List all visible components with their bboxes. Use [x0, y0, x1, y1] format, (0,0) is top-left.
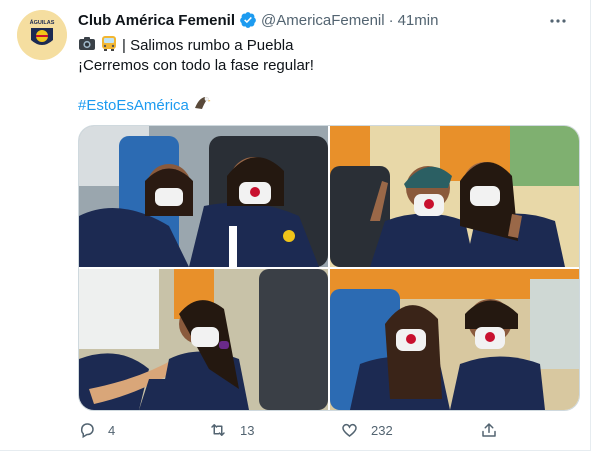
retweet-button[interactable]: 13: [208, 421, 254, 439]
eagle-emoji-icon: [193, 94, 211, 118]
like-count: 232: [371, 422, 393, 438]
more-options-icon[interactable]: [548, 11, 568, 31]
tweet-line-2: ¡Cerremos con todo la fase regular!: [78, 57, 314, 74]
bus-emoji-icon: [100, 34, 118, 58]
hashtag-link[interactable]: #EstoEsAmérica: [78, 96, 189, 116]
account-name[interactable]: Club América Femenil: [78, 12, 235, 29]
share-button[interactable]: [480, 421, 498, 439]
tweet-actions: 4 13 232: [78, 421, 538, 441]
tweet-header: Club América Femenil @AmericaFemenil · 4…: [78, 11, 438, 29]
tweet-text: | Salimos rumbo a Puebla ¡Cerremos con t…: [78, 36, 314, 116]
photo-4[interactable]: [330, 269, 579, 410]
photo-3[interactable]: [79, 269, 328, 410]
share-icon: [482, 423, 496, 437]
tweet-text-line1: | Salimos rumbo a Puebla: [122, 37, 294, 54]
separator-dot: ·: [388, 11, 394, 29]
photo-2[interactable]: [330, 126, 579, 267]
photo-grid: [78, 125, 580, 411]
account-handle[interactable]: @AmericaFemenil: [261, 12, 385, 29]
reply-button[interactable]: 4: [78, 421, 115, 439]
reply-count: 4: [108, 422, 116, 438]
tweet-timestamp[interactable]: 41min: [398, 12, 439, 29]
svg-text:ÁGUILAS: ÁGUILAS: [30, 19, 55, 26]
tweet-line-1: | Salimos rumbo a Puebla: [78, 36, 314, 56]
heart-icon: [342, 423, 357, 437]
retweet-icon: [211, 424, 225, 436]
tweet-card[interactable]: ÁGUILAS Club América Femenil @AmericaFem…: [0, 0, 591, 451]
like-button[interactable]: 232: [340, 421, 393, 439]
photo-1[interactable]: [79, 126, 328, 267]
retweet-count: 13: [240, 422, 255, 438]
verified-badge-icon: [239, 11, 257, 29]
avatar[interactable]: ÁGUILAS: [17, 10, 67, 60]
camera-emoji-icon: [78, 35, 96, 57]
tweet-line-3: #EstoEsAmérica: [78, 96, 314, 116]
club-crest-icon: ÁGUILAS: [17, 10, 67, 60]
reply-icon: [80, 423, 94, 439]
